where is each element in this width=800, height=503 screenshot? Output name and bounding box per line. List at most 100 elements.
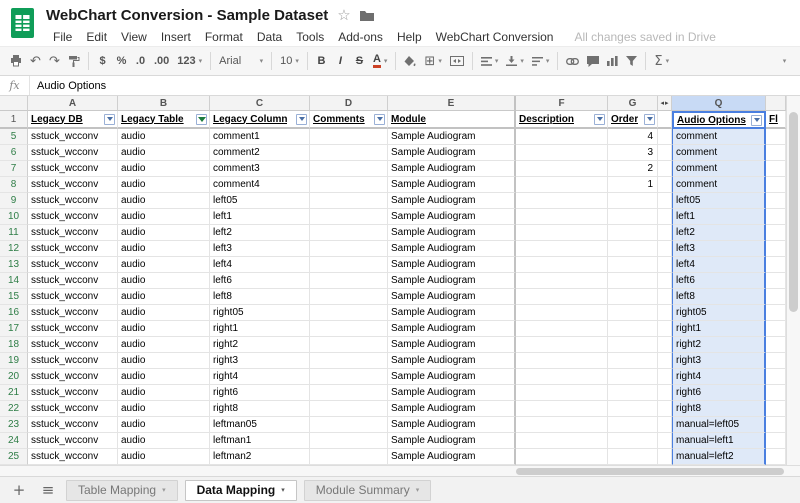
cell-E-23[interactable]: Sample Audiogram [388,417,516,433]
cell-G-12[interactable] [608,241,658,257]
header-cell-G[interactable]: Order [608,111,658,129]
horizontal-scrollbar-thumb[interactable] [516,468,784,475]
cell-G-13[interactable] [608,257,658,273]
menu-insert[interactable]: Insert [154,30,198,44]
cell-A-16[interactable]: sstuck_wcconv [28,305,118,321]
row-number-22[interactable]: 22 [0,401,28,417]
cell-A-13[interactable]: sstuck_wcconv [28,257,118,273]
row-number-9[interactable]: 9 [0,193,28,209]
cell-B-22[interactable]: audio [118,401,210,417]
menu-data[interactable]: Data [250,30,289,44]
cell-col7-13[interactable] [658,257,672,273]
column-letter-E[interactable]: E [388,96,516,111]
hidden-columns-right-icon[interactable]: ▸ [665,99,669,107]
cell-D-22[interactable] [310,401,388,417]
cell-Q-19[interactable]: right3 [672,353,766,369]
cell-col7-7[interactable] [658,161,672,177]
all-sheets-icon[interactable]: ≡ [37,480,59,500]
cell-col9-25[interactable] [766,449,786,465]
cell-E-7[interactable]: Sample Audiogram [388,161,516,177]
cell-B-12[interactable]: audio [118,241,210,257]
row-number-8[interactable]: 8 [0,177,28,193]
cell-Q-25[interactable]: manual=left2 [672,449,766,465]
cell-Q-7[interactable]: comment [672,161,766,177]
cell-A-8[interactable]: sstuck_wcconv [28,177,118,193]
cell-D-11[interactable] [310,225,388,241]
horizontal-scrollbar[interactable] [0,465,800,476]
cell-D-12[interactable] [310,241,388,257]
cell-col7-18[interactable] [658,337,672,353]
cell-col7-10[interactable] [658,209,672,225]
cell-F-23[interactable] [516,417,608,433]
filter-dropdown-icon[interactable] [296,114,307,125]
cell-B-7[interactable]: audio [118,161,210,177]
cell-B-15[interactable]: audio [118,289,210,305]
cell-col7-8[interactable] [658,177,672,193]
cell-G-19[interactable] [608,353,658,369]
cell-D-23[interactable] [310,417,388,433]
cell-C-25[interactable]: leftman2 [210,449,310,465]
column-letter-col9[interactable] [766,96,786,111]
cell-Q-17[interactable]: right1 [672,321,766,337]
cell-G-5[interactable]: 4 [608,129,658,145]
cell-col9-11[interactable] [766,225,786,241]
cell-C-19[interactable]: right3 [210,353,310,369]
header-cell-B[interactable]: Legacy Table [118,111,210,129]
cell-D-7[interactable] [310,161,388,177]
header-cell-F[interactable]: Description [516,111,608,129]
cell-col7-25[interactable] [658,449,672,465]
cell-D-16[interactable] [310,305,388,321]
cell-D-14[interactable] [310,273,388,289]
cell-F-19[interactable] [516,353,608,369]
row-number-25[interactable]: 25 [0,449,28,465]
header-cell-col7[interactable] [658,111,672,129]
column-letter-Q[interactable]: Q [672,96,766,111]
insert-chart-icon[interactable] [603,50,622,72]
cell-B-8[interactable]: audio [118,177,210,193]
cell-A-21[interactable]: sstuck_wcconv [28,385,118,401]
cell-B-19[interactable]: audio [118,353,210,369]
cell-A-19[interactable]: sstuck_wcconv [28,353,118,369]
number-format-button[interactable]: 123 ▾ [173,50,206,72]
cell-A-24[interactable]: sstuck_wcconv [28,433,118,449]
cell-G-17[interactable] [608,321,658,337]
menu-format[interactable]: Format [198,30,250,44]
filter-icon[interactable] [622,50,641,72]
horizontal-align-icon[interactable]: ▾ [477,50,503,72]
row-number-11[interactable]: 11 [0,225,28,241]
row-number-24[interactable]: 24 [0,433,28,449]
filter-dropdown-icon[interactable] [374,114,385,125]
cell-B-21[interactable]: audio [118,385,210,401]
cell-F-21[interactable] [516,385,608,401]
cell-F-15[interactable] [516,289,608,305]
cell-A-25[interactable]: sstuck_wcconv [28,449,118,465]
cell-E-21[interactable]: Sample Audiogram [388,385,516,401]
insert-comment-icon[interactable] [583,50,603,72]
cell-D-19[interactable] [310,353,388,369]
cell-Q-18[interactable]: right2 [672,337,766,353]
cell-G-23[interactable] [608,417,658,433]
cell-C-24[interactable]: leftman1 [210,433,310,449]
strikethrough-button[interactable]: S [350,50,369,72]
cell-E-15[interactable]: Sample Audiogram [388,289,516,305]
cell-A-22[interactable]: sstuck_wcconv [28,401,118,417]
cell-C-6[interactable]: comment2 [210,145,310,161]
cell-G-21[interactable] [608,385,658,401]
menu-webchart-conversion[interactable]: WebChart Conversion [429,30,561,44]
cell-col7-9[interactable] [658,193,672,209]
cell-C-8[interactable]: comment4 [210,177,310,193]
cell-F-22[interactable] [516,401,608,417]
cell-Q-14[interactable]: left6 [672,273,766,289]
row-number-16[interactable]: 16 [0,305,28,321]
cell-E-18[interactable]: Sample Audiogram [388,337,516,353]
cell-C-10[interactable]: left1 [210,209,310,225]
cell-col7-15[interactable] [658,289,672,305]
cell-A-9[interactable]: sstuck_wcconv [28,193,118,209]
cell-C-13[interactable]: left4 [210,257,310,273]
cell-E-13[interactable]: Sample Audiogram [388,257,516,273]
cell-B-18[interactable]: audio [118,337,210,353]
cell-col9-6[interactable] [766,145,786,161]
column-letter-C[interactable]: C [210,96,310,111]
cell-col9-5[interactable] [766,129,786,145]
row-number-17[interactable]: 17 [0,321,28,337]
